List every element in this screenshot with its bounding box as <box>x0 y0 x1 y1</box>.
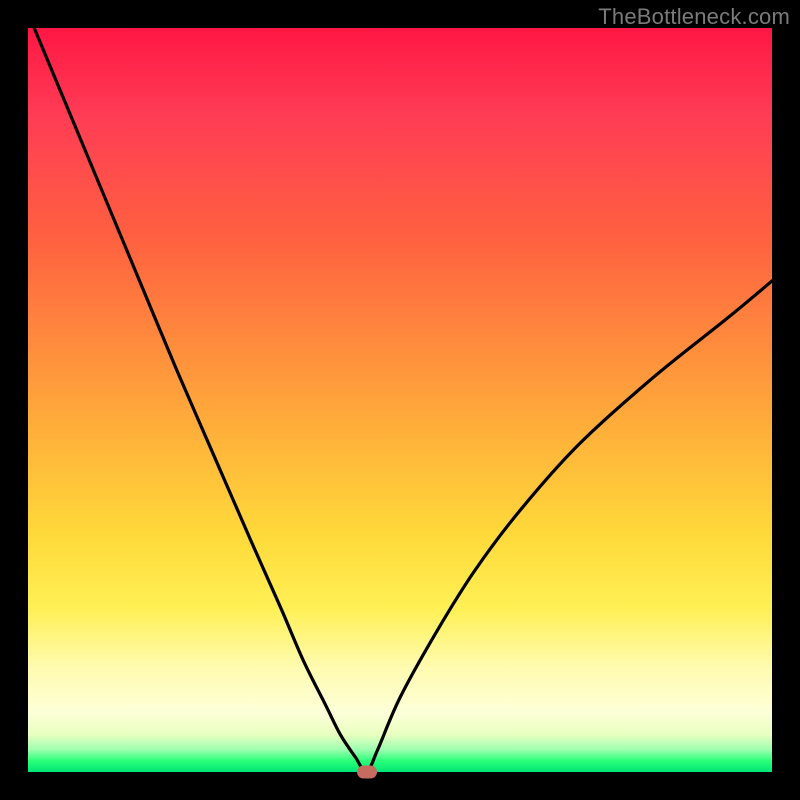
minimum-marker <box>357 766 377 779</box>
chart-frame: TheBottleneck.com <box>0 0 800 800</box>
watermark-text: TheBottleneck.com <box>598 4 790 30</box>
bottleneck-curve <box>28 28 772 772</box>
plot-area <box>28 28 772 772</box>
